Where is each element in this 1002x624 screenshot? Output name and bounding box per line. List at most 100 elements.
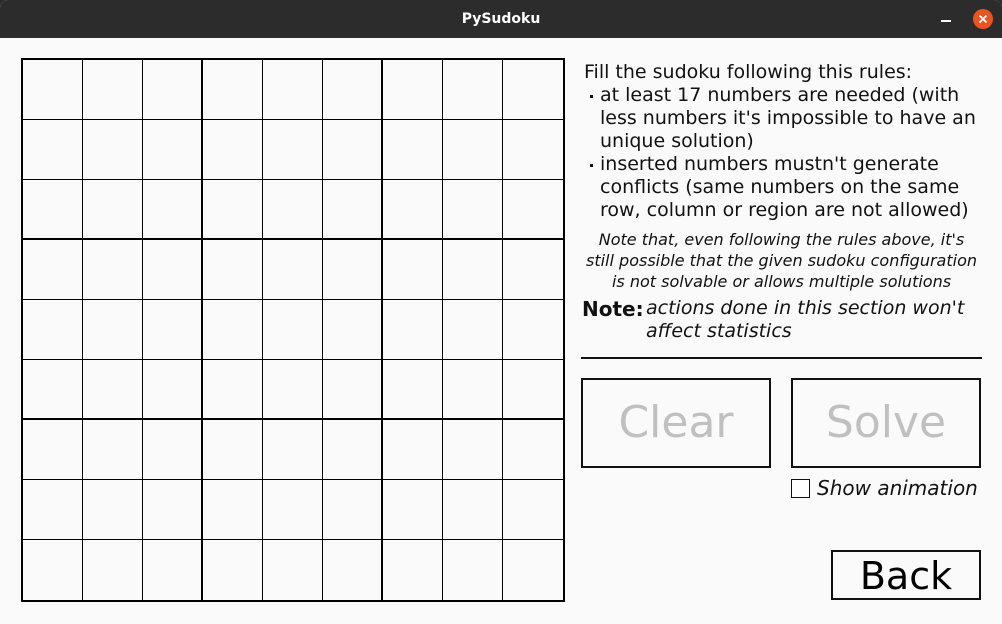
separator [581,357,982,359]
sudoku-cell[interactable] [323,300,383,360]
rules-heading: Fill the sudoku following this rules: [584,61,913,83]
sudoku-cell[interactable] [383,180,443,240]
sudoku-cell[interactable] [443,180,503,240]
sudoku-cell[interactable] [263,180,323,240]
sudoku-cell[interactable] [443,540,503,600]
sudoku-cell[interactable] [143,540,203,600]
sudoku-cell[interactable] [23,360,83,420]
sudoku-cell[interactable] [143,60,203,120]
sudoku-cell[interactable] [323,180,383,240]
sudoku-cell[interactable] [23,300,83,360]
sudoku-cell[interactable] [263,540,323,600]
rule-item: at least 17 numbers are needed (with les… [584,84,989,153]
sudoku-cell[interactable] [443,60,503,120]
sudoku-cell[interactable] [23,420,83,480]
sudoku-cell[interactable] [83,60,143,120]
sudoku-cell[interactable] [23,120,83,180]
minimize-icon [941,20,951,22]
sudoku-cell[interactable] [83,480,143,540]
solvability-note: Note that, even following the rules abov… [586,230,977,291]
sudoku-cell[interactable] [23,540,83,600]
sudoku-cell[interactable] [203,240,263,300]
sudoku-cell[interactable] [143,300,203,360]
show-animation-checkbox[interactable] [791,479,810,498]
sudoku-cell[interactable] [83,540,143,600]
sudoku-cell[interactable] [203,420,263,480]
sudoku-cell[interactable] [203,480,263,540]
sudoku-cell[interactable] [323,420,383,480]
sudoku-cell[interactable] [263,420,323,480]
sudoku-cell[interactable] [443,420,503,480]
sudoku-cell[interactable] [143,180,203,240]
sudoku-cell[interactable] [323,120,383,180]
sudoku-cell[interactable] [263,360,323,420]
sudoku-cell[interactable] [443,300,503,360]
sudoku-cell[interactable] [203,120,263,180]
note-text: actions done in this section won't affec… [646,297,965,342]
back-button[interactable]: Back [831,550,981,600]
show-animation-label[interactable]: Show animation [817,476,978,500]
solve-button[interactable]: Solve [791,378,981,468]
close-button[interactable] [973,9,993,29]
sudoku-cell[interactable] [383,300,443,360]
sudoku-cell[interactable] [263,300,323,360]
sudoku-cell[interactable] [443,240,503,300]
minimize-button[interactable] [936,9,956,29]
sudoku-cell[interactable] [203,540,263,600]
sudoku-cell[interactable] [263,240,323,300]
sudoku-cell[interactable] [383,480,443,540]
sudoku-cell[interactable] [383,60,443,120]
sudoku-cell[interactable] [83,240,143,300]
clear-button[interactable]: Clear [581,378,771,468]
note-label: Note: [582,297,644,321]
sudoku-cell[interactable] [23,180,83,240]
sudoku-cell[interactable] [503,360,563,420]
sudoku-cell[interactable] [383,420,443,480]
sudoku-cell[interactable] [383,240,443,300]
sudoku-cell[interactable] [443,360,503,420]
sudoku-cell[interactable] [143,360,203,420]
sudoku-cell[interactable] [83,300,143,360]
sudoku-cell[interactable] [503,120,563,180]
sudoku-cell[interactable] [143,120,203,180]
sudoku-cell[interactable] [323,480,383,540]
sudoku-cell[interactable] [83,420,143,480]
sudoku-cell[interactable] [443,480,503,540]
sudoku-cell[interactable] [503,240,563,300]
sudoku-cell[interactable] [83,180,143,240]
sudoku-cell[interactable] [263,60,323,120]
sudoku-cell[interactable] [143,480,203,540]
sudoku-cell[interactable] [23,240,83,300]
sudoku-cell[interactable] [323,540,383,600]
sudoku-cell[interactable] [203,180,263,240]
sudoku-cell[interactable] [23,60,83,120]
sudoku-cell[interactable] [203,360,263,420]
sudoku-cell[interactable] [323,360,383,420]
sudoku-cell[interactable] [383,360,443,420]
sudoku-cell[interactable] [143,420,203,480]
rules-panel: Fill the sudoku following this rules: at… [584,61,989,222]
sudoku-cell[interactable] [323,240,383,300]
sudoku-cell[interactable] [83,120,143,180]
sudoku-cell[interactable] [263,480,323,540]
sudoku-cell[interactable] [503,180,563,240]
sudoku-cell[interactable] [443,120,503,180]
sudoku-cell[interactable] [503,300,563,360]
sudoku-cell[interactable] [263,120,323,180]
sudoku-cell[interactable] [323,60,383,120]
sudoku-cell[interactable] [503,480,563,540]
sudoku-cell[interactable] [143,240,203,300]
rule-item: inserted numbers mustn't generate confli… [584,153,989,222]
sudoku-board [21,58,565,602]
window-title: PySudoku [461,11,541,27]
sudoku-cell[interactable] [503,420,563,480]
close-icon [978,14,988,24]
sudoku-cell[interactable] [383,540,443,600]
sudoku-cell[interactable] [203,60,263,120]
sudoku-cell[interactable] [23,480,83,540]
sudoku-cell[interactable] [83,360,143,420]
sudoku-cell[interactable] [203,300,263,360]
sudoku-cell[interactable] [503,540,563,600]
sudoku-cell[interactable] [383,120,443,180]
sudoku-cell[interactable] [503,60,563,120]
